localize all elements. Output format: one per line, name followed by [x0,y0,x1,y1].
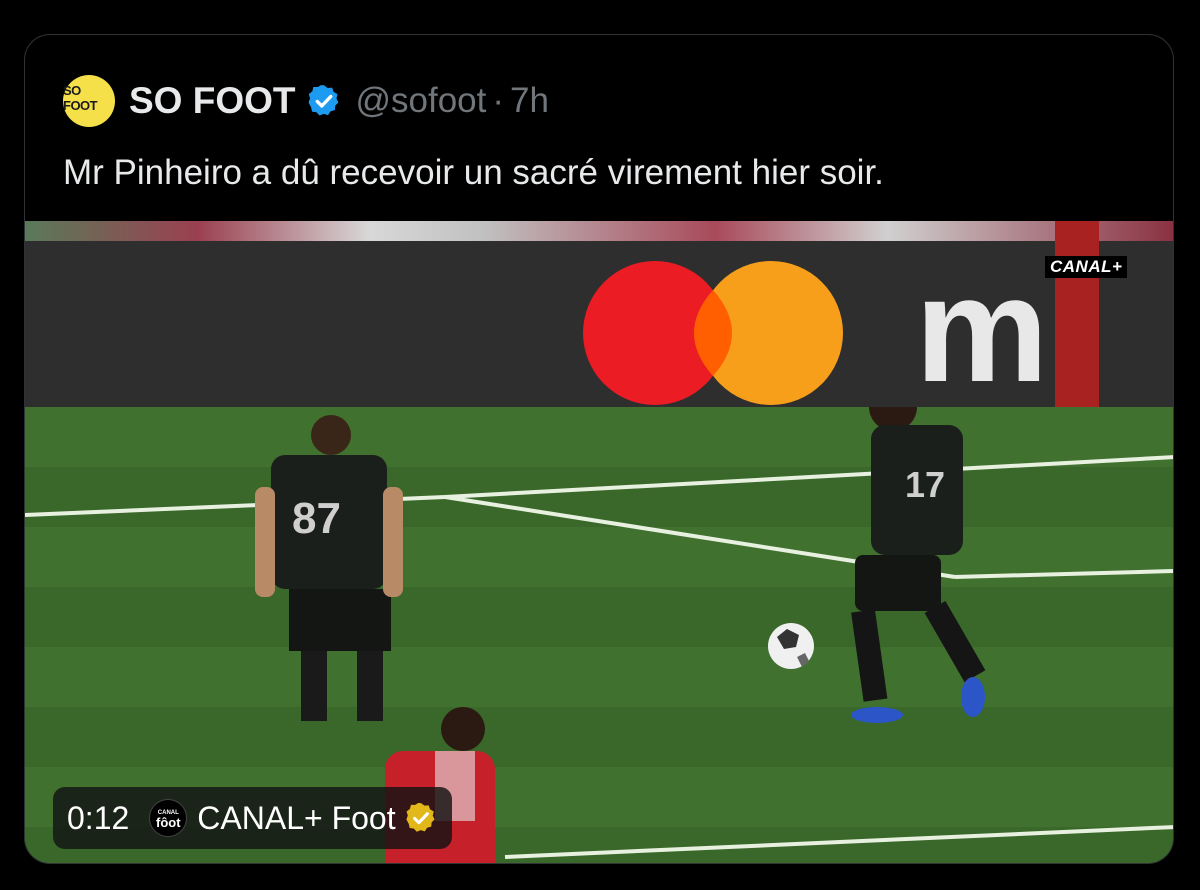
timestamp[interactable]: 7h [510,81,549,121]
video-info-overlay: 0:12 CANAL fôot CANAL+ Foot [53,787,452,849]
verified-badge-icon [308,85,338,116]
avatar[interactable]: SO FOOT [63,75,115,127]
channel-logo-icon: CANAL fôot [149,799,188,837]
channel-logo-bottom-text: fôot [156,815,181,830]
player-87-number: 87 [292,494,341,543]
goal-post [1055,221,1099,421]
tweet-text: Mr Pinheiro a dû recevoir un sacré virem… [63,153,884,192]
video-timer: 0:12 [67,799,130,836]
mastercard-logo: m [583,245,1048,413]
player-17-number: 17 [905,464,945,505]
ad-text: m [915,245,1048,413]
player-17: 17 [851,407,986,723]
avatar-text: SO FOOT [63,83,98,113]
tweet-card[interactable]: SO FOOT SO FOOT @sofoot · 7h Mr Pinheiro… [24,34,1174,864]
video-player[interactable]: m 87 17 CANAL+ 0:12 CANAL fôot CANAL+ Fo… [25,221,1173,863]
channel-name[interactable]: CANAL+ Foot [197,800,395,837]
tweet-header: SO FOOT SO FOOT @sofoot · 7h [63,75,549,127]
gold-verified-badge-icon [406,802,435,832]
player-87: 87 [255,415,403,721]
separator-dot: · [492,81,505,120]
handle[interactable]: @sofoot [356,81,487,121]
advertising-board: m [25,241,1173,427]
display-name[interactable]: SO FOOT [129,80,296,122]
football [768,623,814,669]
crowd-strip [25,221,1173,241]
canal-plus-watermark: CANAL+ [1045,256,1128,278]
